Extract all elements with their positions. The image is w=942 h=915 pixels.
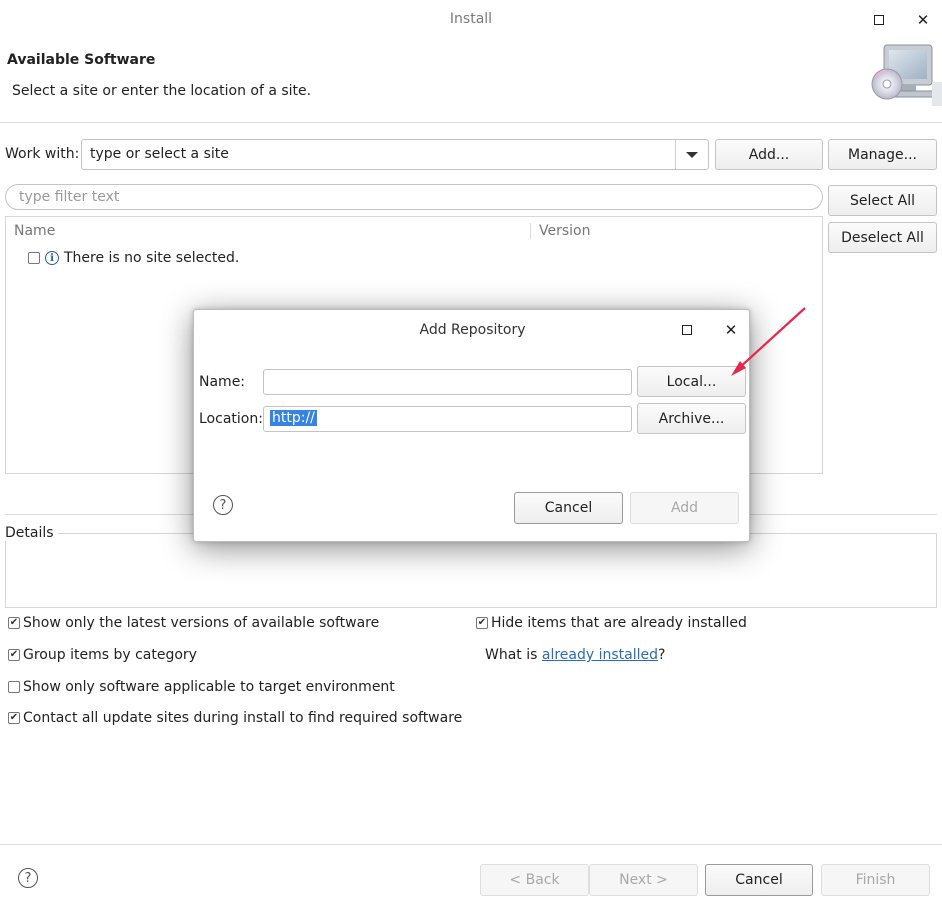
chevron-down-icon bbox=[686, 151, 698, 158]
maximize-icon bbox=[682, 325, 692, 335]
dialog-cancel-button[interactable]: Cancel bbox=[514, 492, 623, 524]
tree-row[interactable]: i There is no site selected. bbox=[28, 250, 239, 266]
add-repository-dialog: Add Repository ✕ Name: Local... Location… bbox=[193, 309, 750, 542]
help-icon[interactable]: ? bbox=[18, 868, 38, 888]
column-separator bbox=[530, 223, 531, 239]
option-label: Contact all update sites during install … bbox=[23, 710, 463, 726]
tree-row-label: There is no site selected. bbox=[64, 250, 240, 266]
page-title: Available Software bbox=[7, 52, 156, 68]
local-button[interactable]: Local... bbox=[637, 366, 746, 397]
option-contact-sites[interactable]: ✔ Contact all update sites during instal… bbox=[8, 710, 462, 726]
name-input[interactable] bbox=[263, 369, 632, 395]
option-hide-installed[interactable]: ✔ Hide items that are already installed bbox=[476, 615, 747, 631]
cancel-button[interactable]: Cancel bbox=[705, 864, 813, 896]
page-description: Select a site or enter the location of a… bbox=[12, 83, 312, 99]
add-site-button[interactable]: Add... bbox=[715, 139, 823, 170]
column-header-name[interactable]: Name bbox=[14, 223, 55, 239]
deselect-all-button[interactable]: Deselect All bbox=[828, 222, 937, 253]
dialog-maximize-button[interactable] bbox=[678, 321, 696, 339]
option-label: Group items by category bbox=[23, 647, 197, 663]
close-button[interactable]: ✕ bbox=[914, 11, 932, 29]
maximize-button[interactable] bbox=[870, 11, 888, 29]
close-icon: ✕ bbox=[916, 10, 930, 29]
manage-button[interactable]: Manage... bbox=[828, 139, 937, 170]
back-button[interactable]: < Back bbox=[480, 864, 589, 896]
work-with-label: Work with: bbox=[5, 146, 80, 162]
work-with-value: type or select a site bbox=[90, 146, 229, 162]
header-separator bbox=[0, 122, 942, 123]
location-label: Location: bbox=[199, 411, 263, 427]
checkbox-unchecked[interactable] bbox=[8, 681, 20, 693]
archive-button[interactable]: Archive... bbox=[637, 403, 746, 434]
finish-button[interactable]: Finish bbox=[821, 864, 930, 896]
checkbox-checked[interactable]: ✔ bbox=[8, 649, 20, 661]
computer-cd-icon bbox=[862, 42, 942, 106]
dropdown-button[interactable] bbox=[675, 140, 708, 169]
info-icon: i bbox=[45, 251, 59, 265]
details-box bbox=[5, 533, 937, 608]
checkbox-checked[interactable]: ✔ bbox=[476, 617, 488, 629]
what-is-installed: What is already installed? bbox=[485, 647, 665, 663]
option-label: Show only software applicable to target … bbox=[23, 679, 395, 695]
option-label: Show only the latest versions of availab… bbox=[23, 615, 380, 631]
work-with-combo[interactable]: type or select a site bbox=[81, 139, 709, 170]
option-latest-versions[interactable]: ✔ Show only the latest versions of avail… bbox=[8, 615, 379, 631]
footer-separator bbox=[0, 844, 942, 845]
tree-row-checkbox[interactable] bbox=[28, 252, 40, 264]
close-icon: ✕ bbox=[724, 320, 738, 339]
what-is-suffix: ? bbox=[658, 647, 666, 663]
option-target-environment[interactable]: Show only software applicable to target … bbox=[8, 679, 395, 695]
option-group-by-category[interactable]: ✔ Group items by category bbox=[8, 647, 197, 663]
help-icon[interactable]: ? bbox=[213, 495, 233, 515]
location-input[interactable]: http:// bbox=[263, 406, 632, 432]
what-is-prefix: What is bbox=[485, 647, 542, 663]
dialog-add-button[interactable]: Add bbox=[630, 492, 739, 524]
window-title: Install bbox=[449, 11, 493, 27]
maximize-icon bbox=[874, 15, 884, 25]
dialog-close-button[interactable]: ✕ bbox=[722, 321, 740, 339]
checkbox-checked[interactable]: ✔ bbox=[8, 712, 20, 724]
filter-input[interactable]: type filter text bbox=[5, 184, 823, 210]
already-installed-link[interactable]: already installed bbox=[542, 647, 658, 663]
next-button[interactable]: Next > bbox=[589, 864, 698, 896]
checkbox-checked[interactable]: ✔ bbox=[8, 617, 20, 629]
select-all-button[interactable]: Select All bbox=[828, 185, 937, 216]
name-label: Name: bbox=[199, 374, 246, 390]
location-value: http:// bbox=[270, 410, 317, 426]
dialog-title: Add Repository bbox=[419, 322, 526, 338]
details-label: Details bbox=[5, 525, 58, 541]
option-label: Hide items that are already installed bbox=[491, 615, 747, 631]
column-header-version[interactable]: Version bbox=[539, 223, 590, 239]
